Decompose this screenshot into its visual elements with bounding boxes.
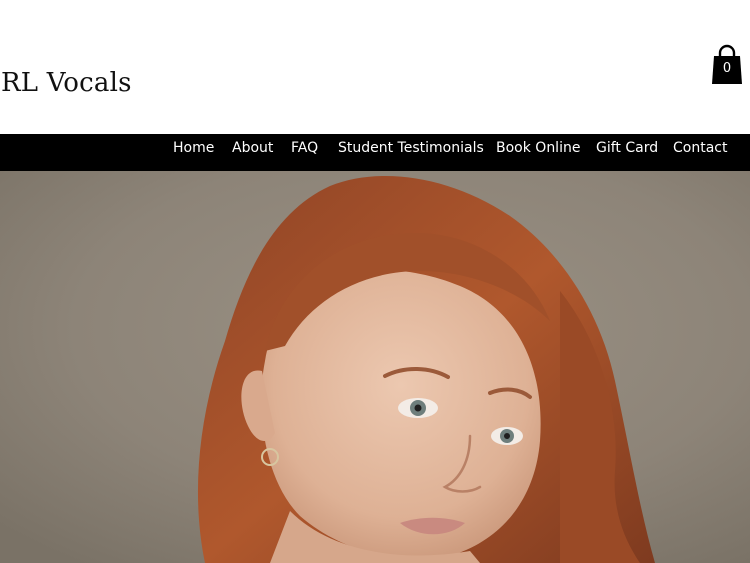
nav-item-book-online[interactable]: Book Online	[496, 134, 580, 171]
nav-item-gift-card[interactable]: Gift Card	[596, 134, 658, 171]
cart-button[interactable]: 0	[711, 44, 743, 86]
site-header: RL Vocals 0	[0, 0, 750, 134]
hero-portrait-image	[0, 171, 750, 563]
main-nav: Home About FAQ Student Testimonials Book…	[0, 134, 750, 171]
nav-item-student-testimonials[interactable]: Student Testimonials	[338, 134, 484, 171]
nav-item-faq[interactable]: FAQ	[291, 134, 318, 171]
cart-count: 0	[722, 61, 732, 76]
nav-item-contact[interactable]: Contact	[673, 134, 727, 171]
nav-item-about[interactable]: About	[232, 134, 273, 171]
site-title[interactable]: RL Vocals	[1, 68, 132, 98]
nav-item-home[interactable]: Home	[173, 134, 214, 171]
